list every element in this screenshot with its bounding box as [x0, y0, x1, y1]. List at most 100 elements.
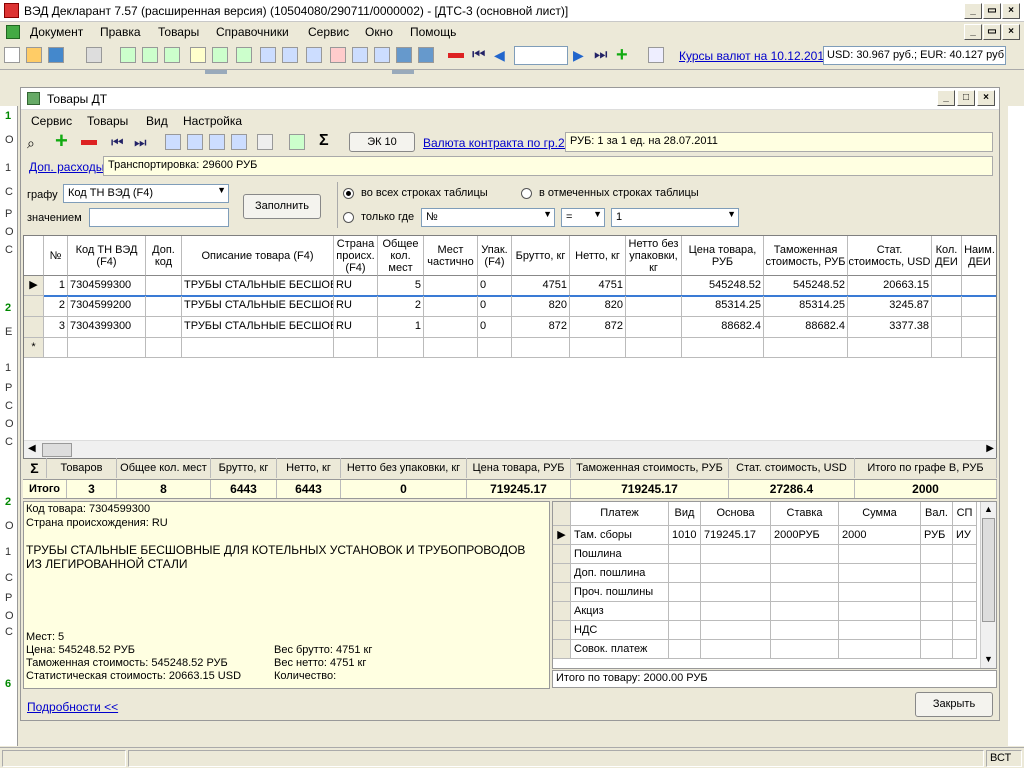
decimal-icon[interactable]	[257, 134, 273, 150]
goods-close-button[interactable]: ×	[977, 90, 995, 106]
payment-cell[interactable]: ИУ	[953, 526, 977, 545]
extra-costs-link[interactable]: Доп. расходы	[29, 160, 104, 174]
cell-partial[interactable]	[424, 317, 478, 338]
payment-cell[interactable]	[953, 545, 977, 564]
cell-dei[interactable]	[932, 276, 962, 296]
restore-button[interactable]: ▭	[983, 3, 1001, 19]
next-record-icon[interactable]: ▶	[573, 47, 584, 63]
cell-pack[interactable]: 0	[478, 317, 512, 338]
scroll-down-icon[interactable]: ▼	[984, 654, 993, 664]
row-selector[interactable]	[553, 545, 571, 564]
cell-partial[interactable]	[424, 296, 478, 317]
payment-cell[interactable]: Пошлина	[571, 545, 669, 564]
menu-goods[interactable]: Товары	[158, 25, 199, 39]
new-cell[interactable]	[764, 338, 848, 358]
sheet-icon[interactable]	[164, 47, 180, 63]
cell-desc[interactable]: ТРУБЫ СТАЛЬНЫЕ БЕСШОВ	[182, 296, 334, 317]
cell-dop[interactable]	[146, 317, 182, 338]
cell-stat[interactable]: 3245.87	[848, 296, 932, 317]
fill-value-input[interactable]	[89, 208, 229, 227]
new-cell[interactable]	[962, 338, 996, 358]
radio-all-rows[interactable]	[343, 188, 354, 199]
payment-cell[interactable]	[921, 602, 953, 621]
pcol-header[interactable]: Ставка	[771, 502, 839, 526]
payment-cell[interactable]	[669, 621, 701, 640]
add-row-icon[interactable]: +	[55, 130, 68, 152]
wmenu-view[interactable]: Вид	[146, 114, 168, 128]
mdi-close-button[interactable]: ×	[1002, 24, 1020, 40]
new-cell[interactable]	[182, 338, 334, 358]
cell-dei-name[interactable]	[962, 296, 996, 317]
col-header[interactable]: Брутто, кг	[512, 236, 570, 276]
menu-service[interactable]: Сервис	[308, 25, 349, 39]
new-cell[interactable]	[478, 338, 512, 358]
new-cell[interactable]	[378, 338, 424, 358]
col-header[interactable]: Общее кол. мест	[378, 236, 424, 276]
new-cell[interactable]	[570, 338, 626, 358]
details-link[interactable]: Подробности <<	[27, 700, 118, 714]
payment-cell[interactable]	[921, 545, 953, 564]
payment-cell[interactable]	[669, 545, 701, 564]
payment-cell[interactable]	[953, 564, 977, 583]
radio-marked-rows[interactable]	[521, 188, 532, 199]
first-record-icon[interactable]: ⏮	[472, 47, 486, 63]
pcol-header[interactable]: Основа	[701, 502, 771, 526]
cell-dei-name[interactable]	[962, 276, 996, 296]
cell-n[interactable]: 3	[44, 317, 68, 338]
new-cell[interactable]	[626, 338, 682, 358]
cell-pack[interactable]: 0	[478, 276, 512, 296]
new-document-icon[interactable]	[4, 47, 20, 63]
payment-cell[interactable]	[839, 602, 921, 621]
horizontal-scrollbar[interactable]: ◀ ▶	[24, 440, 996, 458]
col-header[interactable]: Мест частично	[424, 236, 478, 276]
new-cell[interactable]	[512, 338, 570, 358]
sheet-icon[interactable]	[374, 47, 390, 63]
sheet-icon[interactable]	[306, 47, 322, 63]
grid-tool-icon[interactable]	[165, 134, 181, 150]
cell-stat[interactable]: 20663.15	[848, 276, 932, 296]
payment-cell[interactable]: Проч. пошлины	[571, 583, 669, 602]
payment-cell[interactable]: 1010	[669, 526, 701, 545]
col-header[interactable]: Стат. стоимость, USD	[848, 236, 932, 276]
pcol-header[interactable]: Вид	[669, 502, 701, 526]
payment-cell[interactable]	[921, 640, 953, 659]
cell-country[interactable]: RU	[334, 317, 378, 338]
grid-tool-icon[interactable]	[209, 134, 225, 150]
payment-cell[interactable]	[839, 583, 921, 602]
new-cell[interactable]	[848, 338, 932, 358]
payment-cell[interactable]	[771, 640, 839, 659]
pcol-header[interactable]: СП	[953, 502, 977, 526]
payment-cell[interactable]	[921, 564, 953, 583]
new-cell[interactable]	[682, 338, 764, 358]
payment-cell[interactable]	[771, 602, 839, 621]
pcol-header[interactable]: Вал.	[921, 502, 953, 526]
radio-only-where[interactable]	[343, 212, 354, 223]
currency-link[interactable]: Валюта контракта по гр.23	[423, 136, 571, 150]
payment-cell[interactable]	[701, 564, 771, 583]
col-header[interactable]: Доп. код	[146, 236, 182, 276]
sheet-icon[interactable]	[418, 47, 434, 63]
fill-button[interactable]: Заполнить	[243, 194, 321, 219]
payment-cell[interactable]	[771, 545, 839, 564]
new-cell[interactable]	[334, 338, 378, 358]
cell-customs[interactable]: 85314.25	[764, 296, 848, 317]
cell-price[interactable]: 545248.52	[682, 276, 764, 296]
payment-cell[interactable]: Доп. пошлина	[571, 564, 669, 583]
sheet-icon[interactable]	[190, 47, 206, 63]
cell-brutto[interactable]: 872	[512, 317, 570, 338]
payment-cell[interactable]	[669, 564, 701, 583]
row-selector[interactable]	[553, 602, 571, 621]
menu-references[interactable]: Справочники	[216, 25, 289, 39]
payment-cell[interactable]	[771, 583, 839, 602]
menu-help[interactable]: Помощь	[410, 25, 456, 39]
row-selector-icon[interactable]: ▶	[24, 276, 44, 296]
cell-netto2[interactable]	[626, 317, 682, 338]
cell-partial[interactable]	[424, 276, 478, 296]
sheet-icon[interactable]	[236, 47, 252, 63]
payment-cell[interactable]	[839, 621, 921, 640]
find-icon[interactable]: ⌕	[27, 136, 35, 150]
cell-country[interactable]: RU	[334, 276, 378, 296]
record-number-input[interactable]	[514, 46, 568, 65]
col-header[interactable]: Нетто, кг	[570, 236, 626, 276]
payment-cell[interactable]	[953, 621, 977, 640]
